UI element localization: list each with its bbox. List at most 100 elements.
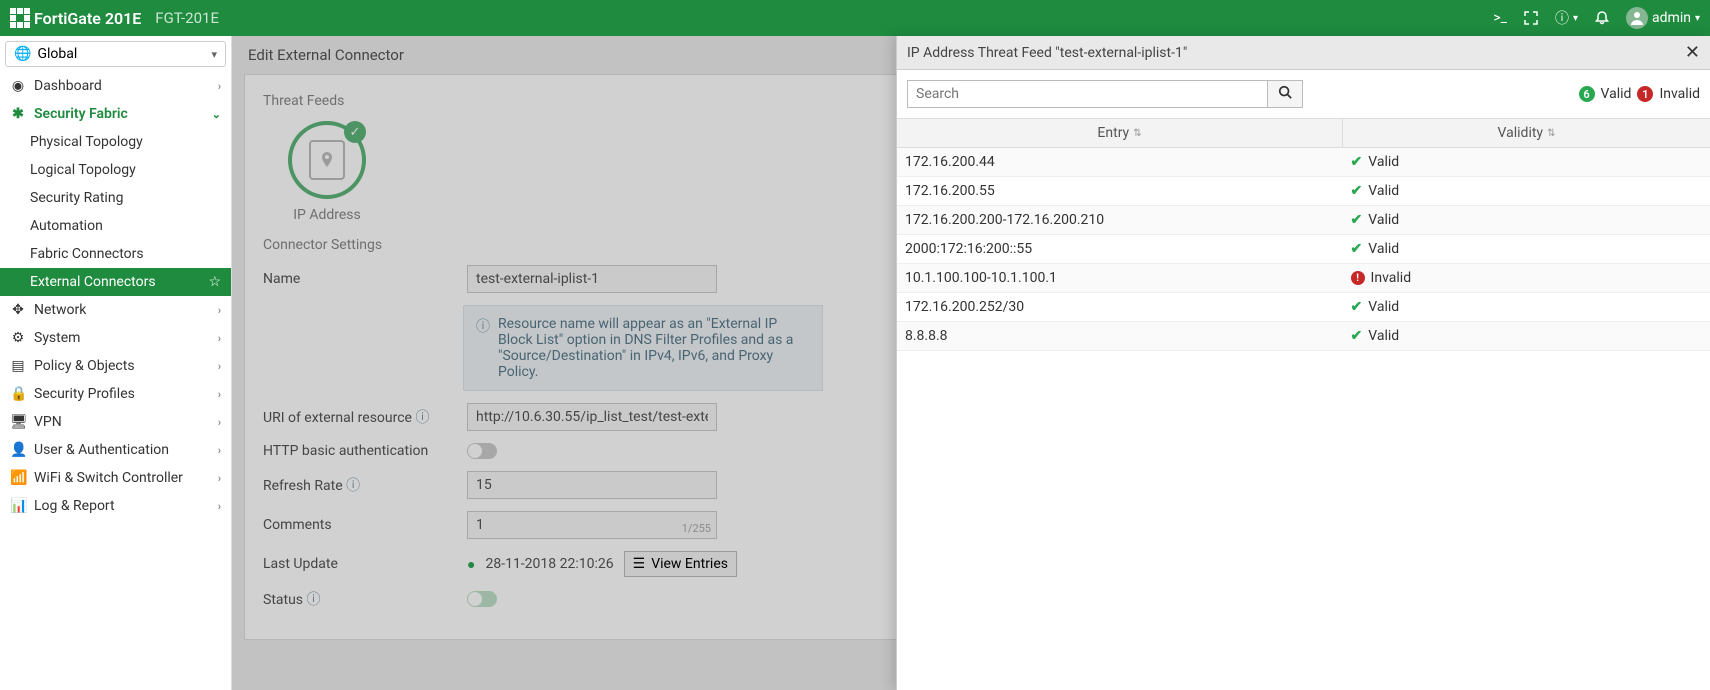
vdom-selector[interactable]: 🌐Global ▾ <box>5 41 226 67</box>
entry-cell: 172.16.200.200-172.16.200.210 <box>897 206 1343 234</box>
nav-security-fabric-sub: Physical Topology Logical Topology Secur… <box>0 128 231 296</box>
info-icon[interactable]: ⓘ <box>307 592 321 608</box>
sort-icon: ⇅ <box>1133 128 1141 139</box>
check-badge-icon: ✓ <box>344 121 366 143</box>
nav-security-profiles-label: Security Profiles <box>34 386 135 402</box>
favorite-icon[interactable]: ☆ <box>208 274 221 290</box>
view-entries-button[interactable]: ☰View Entries <box>624 551 737 577</box>
entry-cell: 172.16.200.44 <box>897 148 1343 176</box>
refresh-input[interactable] <box>467 471 717 499</box>
nav-policy-objects[interactable]: ▤Policy & Objects› <box>0 352 231 380</box>
refresh-label: Refresh Rate ⓘ <box>263 475 455 495</box>
table-row[interactable]: 10.1.100.100-10.1.100.1!Invalid <box>897 264 1710 293</box>
notification-icon[interactable] <box>1594 10 1610 26</box>
check-icon: ✔ <box>1351 241 1363 257</box>
nav-dashboard-label: Dashboard <box>34 78 102 94</box>
nav-vpn[interactable]: 🖥VPN› <box>0 408 231 436</box>
table-row[interactable]: 8.8.8.8✔Valid <box>897 322 1710 351</box>
vpn-icon: 🖥 <box>10 414 26 430</box>
check-icon: ✔ <box>1351 183 1363 199</box>
name-input[interactable] <box>467 265 717 293</box>
nav-system[interactable]: ⚙System› <box>0 324 231 352</box>
nav-user-auth[interactable]: 👤User & Authentication› <box>0 436 231 464</box>
username: admin <box>1652 10 1691 26</box>
table-row[interactable]: 172.16.200.55✔Valid <box>897 177 1710 206</box>
validity-cell: ✔Valid <box>1343 206 1710 234</box>
entry-cell: 172.16.200.55 <box>897 177 1343 205</box>
check-icon: ✔ <box>1351 212 1363 228</box>
nav-security-fabric[interactable]: ✱Security Fabric⌄ <box>0 100 231 128</box>
brand-name: FortiGate 201E <box>34 9 141 28</box>
nav-physical-topology[interactable]: Physical Topology <box>0 128 231 156</box>
nav-security-fabric-label: Security Fabric <box>34 106 128 122</box>
info-icon: ⓘ <box>476 316 490 380</box>
system-icon: ⚙ <box>10 330 26 346</box>
nav-external-connectors-label: External Connectors <box>30 274 156 290</box>
error-icon: ! <box>1351 271 1365 285</box>
fullscreen-icon[interactable] <box>1523 10 1539 26</box>
cli-icon[interactable]: >_ <box>1493 10 1507 26</box>
info-icon[interactable]: ⓘ <box>415 410 429 426</box>
nav-logical-topology[interactable]: Logical Topology <box>0 156 231 184</box>
nav-policy-objects-label: Policy & Objects <box>34 358 135 374</box>
name-hint: ⓘ Resource name will appear as an "Exter… <box>463 305 823 391</box>
search-input[interactable] <box>907 80 1267 108</box>
comments-input[interactable] <box>467 511 717 539</box>
help-icon[interactable]: ⓘ▾ <box>1555 8 1578 28</box>
comments-label: Comments <box>263 517 455 533</box>
list-icon: ☰ <box>633 556 646 572</box>
detail-title: IP Address Threat Feed "test-external-ip… <box>907 45 1187 61</box>
validity-cell: ✔Valid <box>1343 148 1710 176</box>
nav-dashboard[interactable]: ◉Dashboard› <box>0 72 231 100</box>
col-validity-header[interactable]: Validity⇅ <box>1342 119 1710 147</box>
log-icon: 📊 <box>10 498 26 514</box>
http-auth-label: HTTP basic authentication <box>263 443 455 459</box>
nav-wifi-switch-label: WiFi & Switch Controller <box>34 470 183 486</box>
last-update-value: 28-11-2018 22:10:26 <box>485 556 613 572</box>
http-auth-toggle[interactable] <box>467 443 497 459</box>
nav-external-connectors[interactable]: External Connectors ☆ <box>0 268 231 296</box>
nav-network[interactable]: ✥Network› <box>0 296 231 324</box>
table-row[interactable]: 172.16.200.252/30✔Valid <box>897 293 1710 322</box>
status-toggle[interactable] <box>467 591 497 607</box>
user-menu[interactable]: admin ▾ <box>1626 7 1700 29</box>
valid-legend-label: Valid <box>1601 86 1632 102</box>
nav-automation[interactable]: Automation <box>0 212 231 240</box>
nav-wifi-switch[interactable]: 📶WiFi & Switch Controller› <box>0 464 231 492</box>
validity-cell: !Invalid <box>1343 264 1710 292</box>
hint-text: Resource name will appear as an "Externa… <box>498 316 810 380</box>
last-update-label: Last Update <box>263 556 455 572</box>
nav-fabric-connectors[interactable]: Fabric Connectors <box>0 240 231 268</box>
col-entry-header[interactable]: Entry⇅ <box>897 119 1342 147</box>
uri-label: URI of external resource ⓘ <box>263 407 455 427</box>
legend: 6 Valid 1 Invalid <box>1579 86 1700 102</box>
info-icon[interactable]: ⓘ <box>346 478 360 494</box>
check-icon: ✔ <box>1351 328 1363 344</box>
hostname: FGT-201E <box>155 9 219 27</box>
uri-input[interactable] <box>467 403 717 431</box>
chevron-down-icon: ▾ <box>211 48 217 61</box>
validity-cell: ✔Valid <box>1343 293 1710 321</box>
sort-icon: ⇅ <box>1547 128 1555 139</box>
threat-type-card[interactable]: ✓ IP Address <box>277 121 377 223</box>
table-row[interactable]: 2000:172:16:200::55✔Valid <box>897 235 1710 264</box>
logo-icon <box>10 8 30 28</box>
nav-network-label: Network <box>34 302 86 318</box>
nav-security-profiles[interactable]: 🔒Security Profiles› <box>0 380 231 408</box>
sidebar: 🌐Global ▾ ◉Dashboard› ✱Security Fabric⌄ … <box>0 36 232 690</box>
entry-cell: 2000:172:16:200::55 <box>897 235 1343 263</box>
search-button[interactable] <box>1267 80 1303 108</box>
table-row[interactable]: 172.16.200.44✔Valid <box>897 148 1710 177</box>
nav-vpn-label: VPN <box>34 414 62 430</box>
nav-system-label: System <box>34 330 80 346</box>
table-row[interactable]: 172.16.200.200-172.16.200.210✔Valid <box>897 206 1710 235</box>
nav-security-rating[interactable]: Security Rating <box>0 184 231 212</box>
topbar-left: FortiGate 201E FGT-201E <box>10 8 219 28</box>
nav-log-report-label: Log & Report <box>34 498 115 514</box>
check-icon: ✔ <box>1351 154 1363 170</box>
close-icon[interactable]: ✕ <box>1685 42 1700 63</box>
nav-log-report[interactable]: 📊Log & Report› <box>0 492 231 520</box>
entry-cell: 172.16.200.252/30 <box>897 293 1343 321</box>
check-icon: ✔ <box>1351 299 1363 315</box>
topbar-right: >_ ⓘ▾ admin ▾ <box>1493 7 1700 29</box>
